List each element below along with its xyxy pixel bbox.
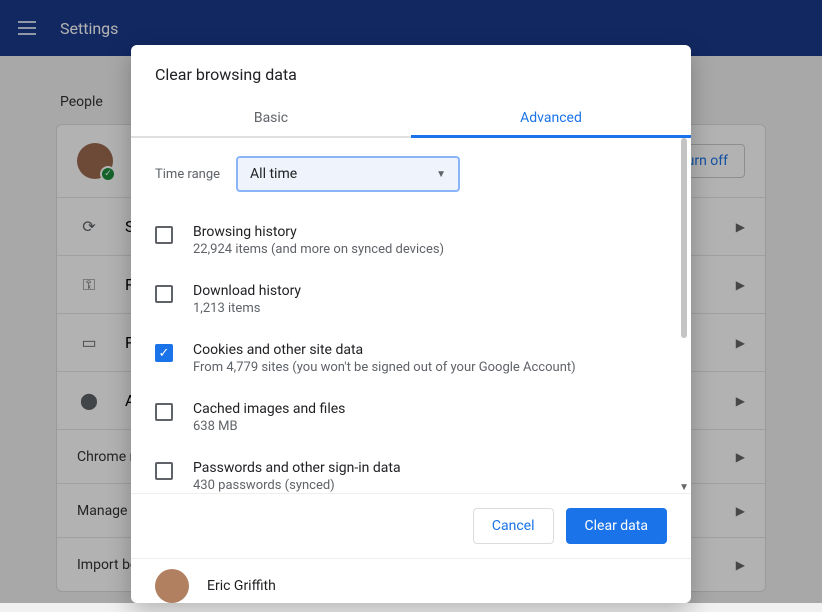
tab-basic[interactable]: Basic <box>131 100 411 136</box>
option-subtitle: 22,924 items (and more on synced devices… <box>193 242 444 257</box>
option-row: Browsing history 22,924 items (and more o… <box>155 216 667 275</box>
dialog-footer: Cancel Clear data <box>131 493 691 558</box>
avatar <box>155 569 189 603</box>
profile-name: Eric Griffith <box>207 578 276 594</box>
chevron-down-icon: ▼ <box>436 169 446 180</box>
option-title: Download history <box>193 283 301 299</box>
checkbox[interactable]: ✓ <box>155 344 173 362</box>
option-title: Cookies and other site data <box>193 342 576 358</box>
scroll-down-icon[interactable]: ▼ <box>679 482 689 493</box>
option-row: Download history 1,213 items <box>155 275 667 334</box>
time-range-label: Time range <box>155 167 220 182</box>
option-row: Passwords and other sign-in data 430 pass… <box>155 452 667 493</box>
checkbox[interactable] <box>155 226 173 244</box>
checkbox[interactable] <box>155 403 173 421</box>
dialog-profile-footer: Eric Griffith <box>131 558 691 603</box>
cancel-button[interactable]: Cancel <box>473 508 554 544</box>
option-row: ✓ Cookies and other site data From 4,779 s… <box>155 334 667 393</box>
checkbox[interactable] <box>155 285 173 303</box>
option-title: Passwords and other sign-in data <box>193 460 401 476</box>
option-title: Browsing history <box>193 224 444 240</box>
option-subtitle: 638 MB <box>193 419 345 434</box>
clear-browsing-data-dialog: Clear browsing data Basic Advanced Time … <box>131 45 691 603</box>
tab-advanced[interactable]: Advanced <box>411 100 691 136</box>
option-subtitle: From 4,779 sites (you won't be signed ou… <box>193 360 576 375</box>
option-subtitle: 430 passwords (synced) <box>193 478 401 493</box>
checkbox[interactable] <box>155 462 173 480</box>
dialog-title: Clear browsing data <box>131 45 691 100</box>
option-row: Cached images and files 638 MB <box>155 393 667 452</box>
time-range-value: All time <box>250 166 297 182</box>
dialog-body: Time range All time ▼ Browsing history 22… <box>131 138 691 493</box>
option-subtitle: 1,213 items <box>193 301 301 316</box>
time-range-select[interactable]: All time ▼ <box>236 156 460 192</box>
option-title: Cached images and files <box>193 401 345 417</box>
clear-data-button[interactable]: Clear data <box>566 508 667 544</box>
dialog-tabs: Basic Advanced <box>131 100 691 138</box>
